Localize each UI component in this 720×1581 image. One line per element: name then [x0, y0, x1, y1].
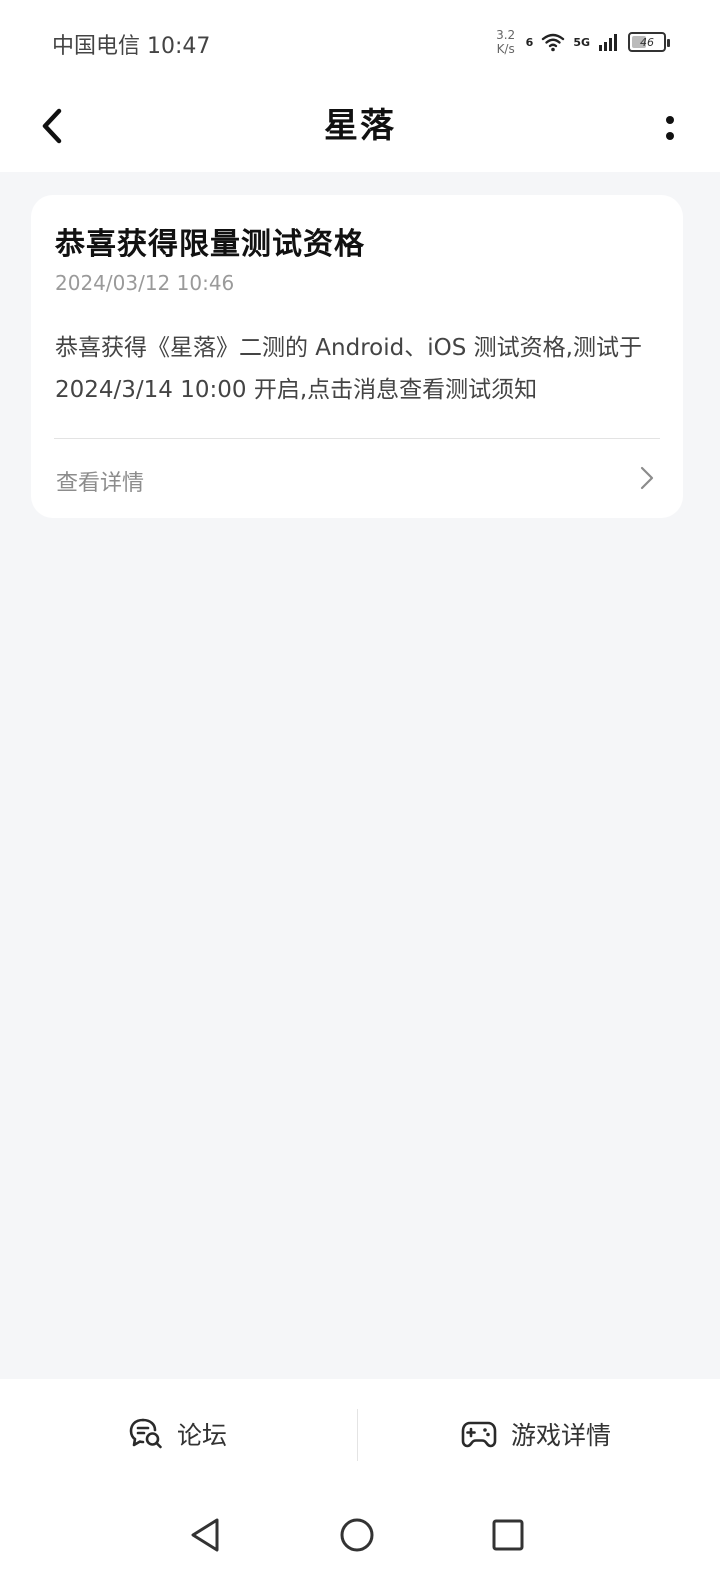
battery-level-text: 46	[640, 35, 654, 49]
view-details-link[interactable]: 查看详情	[31, 439, 683, 518]
gamepad-icon	[461, 1421, 497, 1448]
battery-icon: 46	[628, 32, 670, 52]
cell-signal-icon	[599, 34, 617, 51]
network-speed: 3.2 K/s	[494, 28, 518, 56]
nav-home-button[interactable]	[329, 1507, 385, 1563]
nav-back-button[interactable]	[177, 1507, 233, 1563]
network-speed-value: 3.2	[496, 28, 516, 42]
wifi-label: 6	[525, 35, 534, 49]
page-title: 星落	[324, 106, 396, 146]
more-dot-icon	[666, 132, 674, 140]
view-details-label: 查看详情	[56, 471, 145, 496]
nav-recents-button[interactable]	[480, 1507, 536, 1563]
forum-label: 论坛	[176, 1421, 227, 1450]
app-header: 星落	[0, 84, 720, 172]
message-timestamp: 2024/03/12 10:46	[55, 271, 235, 295]
bottom-action-bar: 论坛 游戏详情	[0, 1379, 720, 1489]
more-dot-icon	[666, 116, 674, 124]
message-card[interactable]: 恭喜获得限量测试资格 2024/03/12 10:46 恭喜获得《星落》二测的 …	[31, 195, 683, 518]
message-title: 恭喜获得限量测试资格	[55, 227, 365, 262]
chevron-right-icon	[640, 466, 654, 490]
game-details-label: 游戏详情	[510, 1421, 611, 1450]
triangle-back-icon	[191, 1518, 219, 1552]
system-nav-bar	[0, 1489, 720, 1581]
game-details-button[interactable]: 游戏详情	[358, 1379, 714, 1489]
network-speed-unit: K/s	[496, 42, 515, 56]
forum-chat-icon	[129, 1418, 162, 1449]
status-indicators: 3.2 K/s 6 5G 46	[494, 26, 670, 58]
more-options-button[interactable]	[654, 98, 686, 158]
circle-home-icon	[340, 1518, 374, 1552]
status-bar: 中国电信 10:47 3.2 K/s 6 5G 46	[0, 0, 720, 84]
wifi-icon	[542, 33, 565, 52]
square-recents-icon	[492, 1519, 524, 1551]
screen: 中国电信 10:47 3.2 K/s 6 5G 46 星落 恭喜获得限量测试资格…	[0, 0, 720, 1581]
carrier-time: 中国电信 10:47	[52, 34, 211, 59]
message-body: 恭喜获得《星落》二测的 Android、iOS 测试资格,测试于 2024/3/…	[55, 335, 642, 403]
cell-label: 5G	[573, 35, 590, 49]
forum-button[interactable]: 论坛	[0, 1379, 356, 1489]
